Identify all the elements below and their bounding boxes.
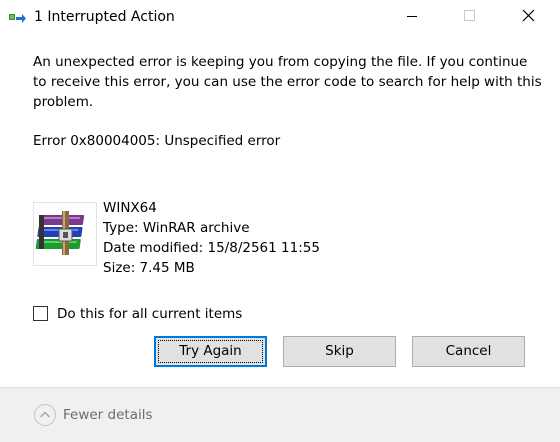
file-name: WINX64 — [103, 200, 157, 216]
interrupted-action-dialog: 1 Interrupted Action An unexpected error… — [0, 0, 560, 442]
close-button[interactable] — [506, 0, 552, 32]
try-again-button[interactable]: Try Again — [154, 336, 267, 367]
minimize-button[interactable] — [389, 0, 435, 32]
apply-to-all-checkbox[interactable] — [33, 306, 48, 321]
focus-ring — [158, 340, 263, 363]
file-details: WINX64 Type: WinRAR archive Date modifie… — [103, 198, 320, 278]
cancel-button[interactable]: Cancel — [412, 336, 525, 367]
file-copy-arrow-icon — [9, 10, 27, 24]
skip-button[interactable]: Skip — [283, 336, 396, 367]
details-footer: Fewer details — [0, 387, 560, 442]
file-date-modified: Date modified: 15/8/2561 11:55 — [103, 240, 320, 256]
winrar-archive-icon — [33, 202, 97, 266]
error-code: Error 0x80004005: Unspecified error — [33, 133, 281, 149]
file-size: Size: 7.45 MB — [103, 260, 195, 276]
skip-label: Skip — [325, 343, 354, 359]
apply-to-all-label[interactable]: Do this for all current items — [57, 304, 242, 324]
chevron-up-circle-icon[interactable] — [33, 403, 57, 427]
title-bar[interactable]: 1 Interrupted Action — [0, 0, 560, 33]
maximize-button[interactable] — [447, 0, 493, 32]
close-icon — [522, 9, 535, 22]
cancel-label: Cancel — [445, 343, 492, 359]
minimize-icon — [407, 16, 417, 17]
file-type: Type: WinRAR archive — [103, 220, 250, 236]
error-message: An unexpected error is keeping you from … — [33, 54, 542, 110]
maximize-icon — [464, 10, 475, 21]
window-title: 1 Interrupted Action — [34, 9, 175, 25]
fewer-details-toggle[interactable]: Fewer details — [63, 406, 153, 424]
